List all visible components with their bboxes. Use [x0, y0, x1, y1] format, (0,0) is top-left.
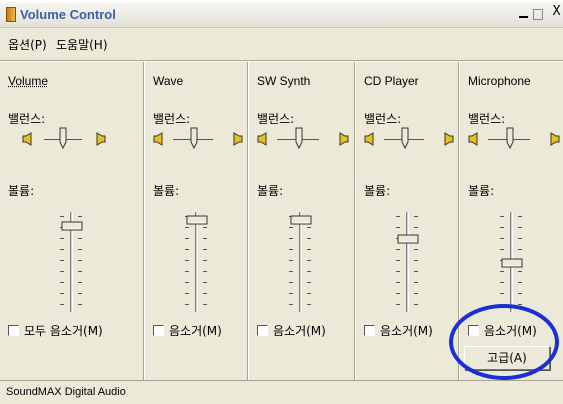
- volume-slider-thumb[interactable]: [397, 234, 419, 244]
- volume-ticks-right: [203, 216, 207, 308]
- menu-divider: [0, 60, 563, 62]
- balance-label: 밸런스:: [8, 112, 46, 126]
- volume-track: [195, 212, 198, 312]
- volume-ticks-right: [307, 216, 311, 308]
- channel-sw-synth: SW Synth 밸런스: 볼륨: 음소거(M): [249, 64, 354, 378]
- balance-slider-thumb[interactable]: [401, 127, 409, 149]
- volume-label: 볼륨:: [468, 184, 495, 198]
- status-device-name: SoundMAX Digital Audio: [6, 386, 126, 398]
- volume-ticks-right: [414, 216, 418, 308]
- balance-slider-thumb[interactable]: [190, 127, 198, 149]
- volume-label: 볼륨:: [153, 184, 180, 198]
- channel-wave: Wave 밸런스: 볼륨: 음소거(M): [145, 64, 247, 378]
- balance-label: 밸런스:: [468, 112, 506, 126]
- minimize-button[interactable]: [519, 8, 528, 18]
- channel-name: CD Player: [364, 74, 419, 88]
- channel-name: SW Synth: [257, 74, 311, 88]
- mute-label: 모두 음소거(M): [24, 324, 103, 338]
- balance-label: 밸런스:: [153, 112, 191, 126]
- volume-track: [406, 212, 409, 312]
- mute-checkbox[interactable]: 음소거(M): [153, 322, 222, 339]
- close-button[interactable]: X: [550, 5, 563, 19]
- checkbox-box[interactable]: [8, 325, 19, 336]
- volume-label: 볼륨:: [8, 184, 35, 198]
- balance-slider-thumb[interactable]: [295, 127, 303, 149]
- volume-track: [299, 212, 302, 312]
- speaker-left-icon: [153, 132, 165, 146]
- checkbox-box[interactable]: [364, 325, 375, 336]
- balance-label: 밸런스:: [364, 112, 402, 126]
- balance-slider-thumb[interactable]: [506, 127, 514, 149]
- speaker-right-icon: [548, 132, 560, 146]
- mute-checkbox[interactable]: 음소거(M): [257, 322, 326, 339]
- volume-slider-thumb[interactable]: [61, 221, 83, 231]
- channel-volume: Volume 밸런스: 볼륨: 모두 음소거(M): [0, 64, 143, 378]
- speaker-right-icon: [442, 132, 454, 146]
- volume-ticks-left: [289, 216, 293, 308]
- speaker-left-icon: [22, 132, 34, 146]
- maximize-button[interactable]: [533, 9, 543, 20]
- volume-label: 볼륨:: [364, 184, 391, 198]
- speaker-app-icon: [6, 7, 16, 22]
- volume-slider-thumb[interactable]: [186, 215, 208, 225]
- speaker-right-icon: [231, 132, 243, 146]
- volume-slider-thumb[interactable]: [501, 258, 523, 268]
- speaker-left-icon: [468, 132, 480, 146]
- checkbox-box[interactable]: [153, 325, 164, 336]
- mute-checkbox[interactable]: 음소거(M): [364, 322, 433, 339]
- channel-name: Wave: [153, 74, 184, 88]
- speaker-right-icon: [94, 132, 106, 146]
- volume-slider-thumb[interactable]: [290, 215, 312, 225]
- speaker-right-icon: [337, 132, 349, 146]
- mute-label: 음소거(M): [380, 324, 433, 338]
- window-title: Volume Control: [20, 7, 116, 22]
- mute-label: 음소거(M): [169, 324, 222, 338]
- speaker-left-icon: [257, 132, 269, 146]
- channel-name: Volume: [8, 74, 49, 88]
- highlight-annotation-circle: [449, 304, 559, 380]
- menu-help[interactable]: 도움말(H): [56, 36, 108, 53]
- volume-label: 볼륨:: [257, 184, 284, 198]
- channel-cd-player: CD Player 밸런스: 볼륨: 음소거(M): [356, 64, 458, 378]
- checkbox-box[interactable]: [257, 325, 268, 336]
- menu-options[interactable]: 옵션(P): [8, 36, 47, 53]
- balance-label: 밸런스:: [257, 112, 295, 126]
- title-bar[interactable]: Volume Control X: [0, 2, 563, 28]
- speaker-left-icon: [364, 132, 376, 146]
- balance-slider-thumb[interactable]: [59, 127, 67, 149]
- channel-name: Microphone: [468, 74, 531, 88]
- volume-ticks-left: [396, 216, 400, 308]
- mute-all-checkbox[interactable]: 모두 음소거(M): [8, 322, 103, 339]
- mute-label: 음소거(M): [273, 324, 326, 338]
- status-bar: SoundMAX Digital Audio: [0, 380, 563, 404]
- volume-ticks-left: [185, 216, 189, 308]
- volume-control-window: Volume Control X 옵션(P) 도움말(H) Volume 밸런스…: [0, 2, 563, 404]
